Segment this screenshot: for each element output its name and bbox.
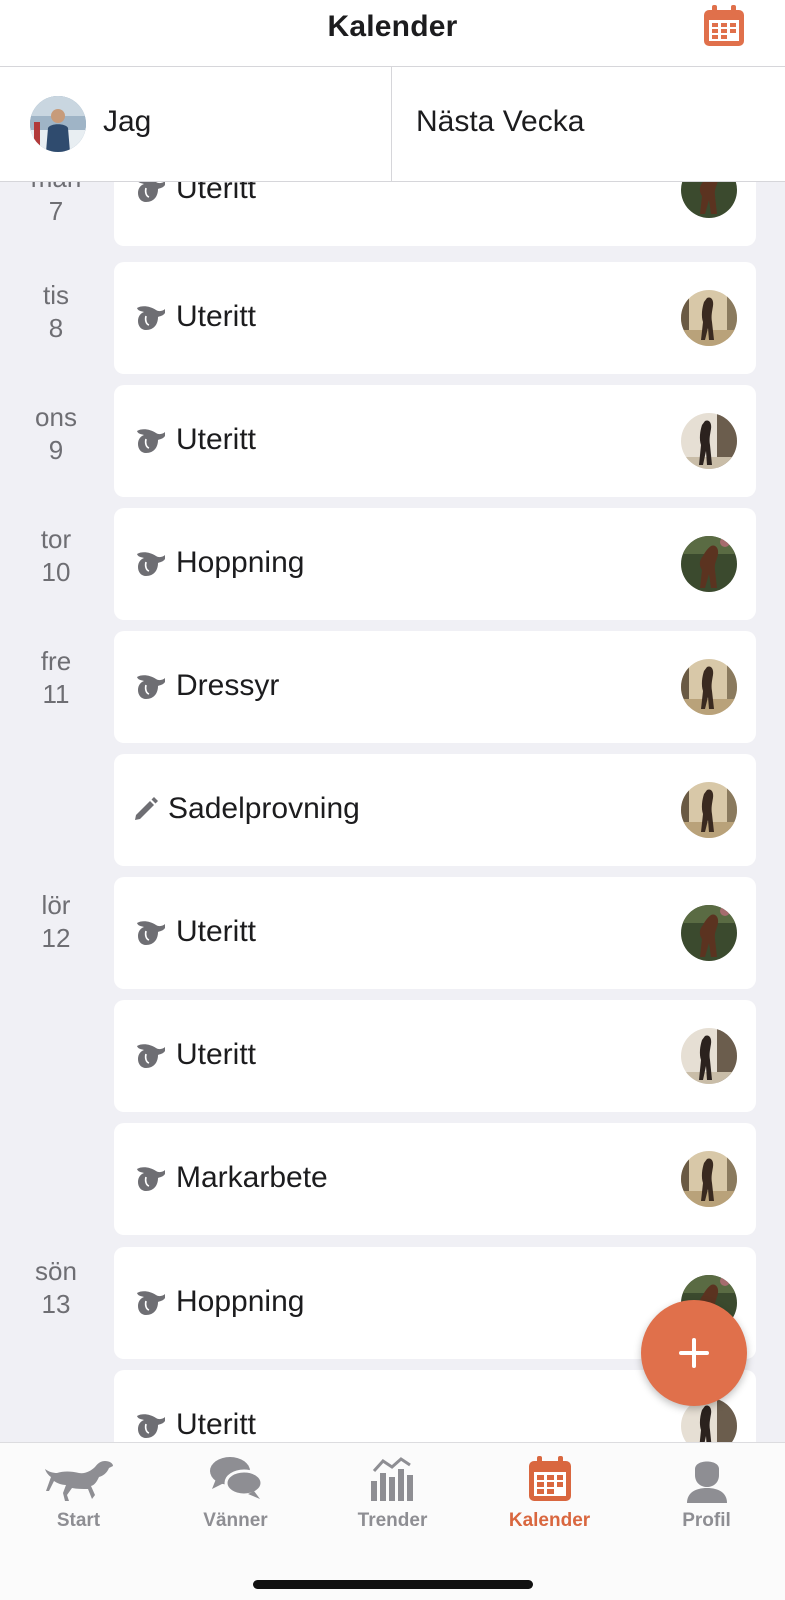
horse-icon <box>44 1461 113 1501</box>
saddle-icon <box>134 550 166 578</box>
day-name: ons <box>35 402 77 432</box>
activity-card[interactable]: Uteritt <box>114 1000 756 1112</box>
chat-bubbles-icon <box>209 1457 263 1499</box>
person-icon <box>686 1461 727 1503</box>
horse-avatar <box>681 290 737 346</box>
activity-label: Markarbete <box>176 1161 328 1194</box>
day-number: 13 <box>41 1289 71 1319</box>
calendar-icon <box>704 5 744 46</box>
home-indicator <box>253 1580 533 1589</box>
plus-icon <box>679 1338 709 1368</box>
day-label: tor 10 <box>0 523 112 589</box>
add-activity-button[interactable] <box>641 1300 747 1406</box>
day-number: 11 <box>42 679 70 709</box>
day-name: tor <box>40 524 72 554</box>
user-avatar <box>30 96 86 152</box>
day-number: 10 <box>41 557 71 587</box>
saddle-icon <box>134 673 166 701</box>
day-name: sön <box>35 1256 77 1286</box>
activity-card[interactable]: Uteritt <box>114 877 756 989</box>
horse-avatar <box>681 182 737 218</box>
day-number: 7 <box>48 196 64 226</box>
activity-card[interactable]: Sadelprovning <box>114 754 756 866</box>
tab-bar: Start Vänner Trender Kalender Profil <box>0 1442 785 1600</box>
horse-avatar <box>681 659 737 715</box>
day-name: lör <box>41 890 71 920</box>
me-label: Jag <box>103 105 152 138</box>
saddle-icon <box>134 427 166 455</box>
activity-label: Uteritt <box>176 1038 257 1071</box>
day-number: 8 <box>48 313 64 343</box>
next-week-label: Nästa Vecka <box>416 105 585 138</box>
tab-trends[interactable]: Trender <box>314 1443 471 1543</box>
saddle-icon <box>134 1165 166 1193</box>
navigation-header: Kalender <box>0 0 785 67</box>
activity-label: Uteritt <box>176 1408 257 1441</box>
horse-avatar <box>681 536 737 592</box>
day-label: sön 13 <box>0 1255 112 1321</box>
horse-avatar <box>681 782 737 838</box>
tab-label: Kalender <box>508 1510 591 1531</box>
activity-label: Sadelprovning <box>168 792 360 825</box>
day-number: 12 <box>41 923 71 953</box>
bar-chart-icon <box>370 1457 413 1501</box>
pencil-icon <box>132 795 160 823</box>
tab-friends[interactable]: Vänner <box>157 1443 314 1543</box>
activity-card[interactable]: Dressyr <box>114 631 756 743</box>
activity-label: Dressyr <box>176 669 280 702</box>
day-label: ons 9 <box>0 401 112 467</box>
tab-profile[interactable]: Profil <box>628 1443 785 1543</box>
day-name: tis <box>43 280 69 310</box>
calendar-icon <box>528 1456 571 1501</box>
me-segment[interactable]: Jag <box>0 67 392 181</box>
tab-label: Start <box>56 1510 101 1531</box>
tab-label: Vänner <box>203 1510 268 1531</box>
activity-label: Uteritt <box>176 182 257 205</box>
view-selector: Jag Nästa Vecka <box>0 67 785 182</box>
day-name: mån <box>0 182 112 195</box>
horse-avatar <box>681 413 737 469</box>
tab-calendar[interactable]: Kalender <box>471 1443 628 1543</box>
activity-card[interactable]: Uteritt <box>114 385 756 497</box>
saddle-icon <box>134 919 166 947</box>
calendar-list[interactable]: mån 7 tis 8 ons 9 tor 10 fre 11 lör 12 s… <box>0 182 785 1442</box>
next-week-segment[interactable]: Nästa Vecka <box>393 67 785 181</box>
activity-card[interactable]: Markarbete <box>114 1123 756 1235</box>
day-label: mån 7 <box>0 182 112 228</box>
horse-avatar <box>681 905 737 961</box>
day-number: 9 <box>48 435 64 465</box>
activity-card[interactable]: Uteritt <box>114 182 756 246</box>
horse-avatar <box>681 1028 737 1084</box>
activity-label: Uteritt <box>176 423 257 456</box>
activity-card[interactable]: Uteritt <box>114 262 756 374</box>
saddle-icon <box>134 1042 166 1070</box>
tab-label: Profil <box>682 1510 731 1531</box>
saddle-icon <box>134 1412 166 1440</box>
tab-label: Trender <box>357 1510 428 1531</box>
activity-label: Uteritt <box>176 915 257 948</box>
page-title: Kalender <box>327 10 458 43</box>
day-label: tis 8 <box>0 279 112 345</box>
day-name: fre <box>40 646 72 676</box>
activity-label: Hoppning <box>176 546 305 579</box>
horse-avatar <box>681 1151 737 1207</box>
day-label: lör 12 <box>0 889 112 955</box>
calendar-button[interactable] <box>702 4 746 48</box>
saddle-icon <box>134 182 166 204</box>
saddle-icon <box>134 1289 166 1317</box>
tab-start[interactable]: Start <box>0 1443 157 1543</box>
activity-label: Hoppning <box>176 1285 305 1318</box>
saddle-icon <box>134 304 166 332</box>
activity-label: Uteritt <box>176 300 257 333</box>
activity-card[interactable]: Hoppning <box>114 508 756 620</box>
day-label: fre 11 <box>0 645 112 711</box>
